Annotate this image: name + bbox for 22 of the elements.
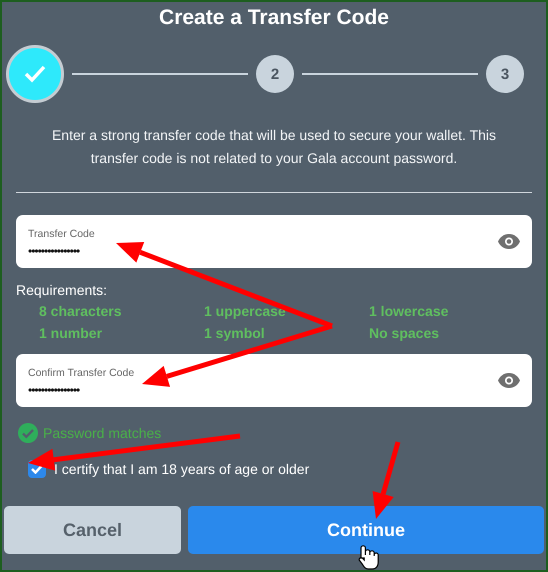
requirement: 1 symbol: [204, 326, 266, 341]
eye-icon[interactable]: [498, 373, 520, 388]
continue-button[interactable]: Continue: [188, 506, 544, 554]
step-number: 3: [486, 55, 524, 93]
eye-icon[interactable]: [498, 234, 520, 249]
requirement: No spaces: [369, 326, 440, 341]
cancel-button[interactable]: Cancel: [4, 506, 181, 554]
requirement: 1 number: [39, 326, 104, 341]
requirement: 8 characters: [39, 304, 123, 319]
certify-label: I certify that I am 18 years of age or older: [54, 461, 310, 477]
confirm-code-field[interactable]: Confirm Transfer Code ••••••••••••••••: [16, 354, 532, 407]
check-icon: [24, 65, 46, 83]
requirement: 1 uppercase: [204, 304, 287, 319]
requirement: 1 lowercase: [369, 304, 450, 319]
hand-cursor-icon: [358, 545, 379, 570]
requirements-heading: Requirements:: [16, 282, 108, 298]
check-icon: [31, 464, 43, 474]
dialog-title: Create a Transfer Code: [158, 6, 390, 30]
step-number: 2: [256, 55, 294, 93]
code-field[interactable]: Transfer Code ••••••••••••••••: [16, 215, 532, 268]
instructions: Enter a strong transfer code that will be used to secure your wallet. This transfer code is not related to your Gala account password.: [50, 126, 498, 168]
match-status: Password matches: [43, 425, 162, 441]
